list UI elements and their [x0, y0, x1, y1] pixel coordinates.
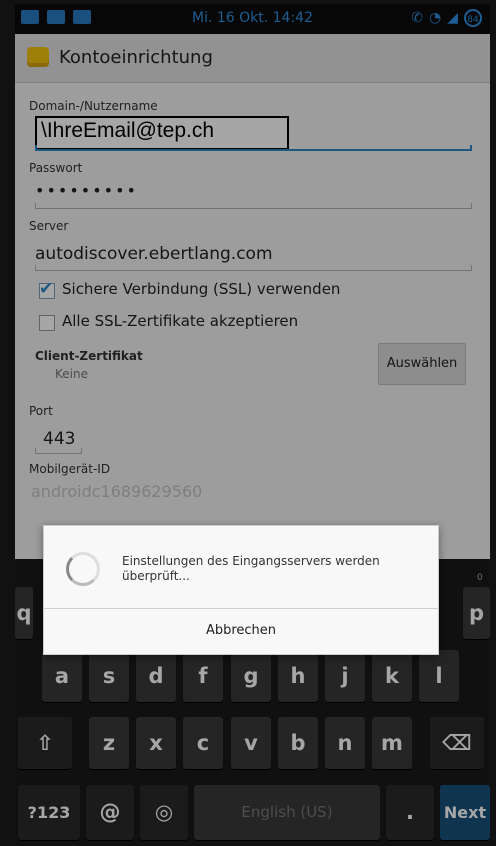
cancel-button[interactable]: Abbrechen	[44, 609, 438, 654]
dialog-message: Einstellungen des Eingangsservers werden…	[122, 554, 380, 583]
progress-dialog: Einstellungen des Eingangsservers werden…	[43, 525, 439, 655]
phone-screen: Mi. 16 Okt. 14:42 ✆ ◔ ◢ 84 Kontoeinricht…	[15, 4, 490, 846]
loading-spinner-icon	[66, 552, 100, 586]
dialog-backdrop	[15, 4, 490, 846]
